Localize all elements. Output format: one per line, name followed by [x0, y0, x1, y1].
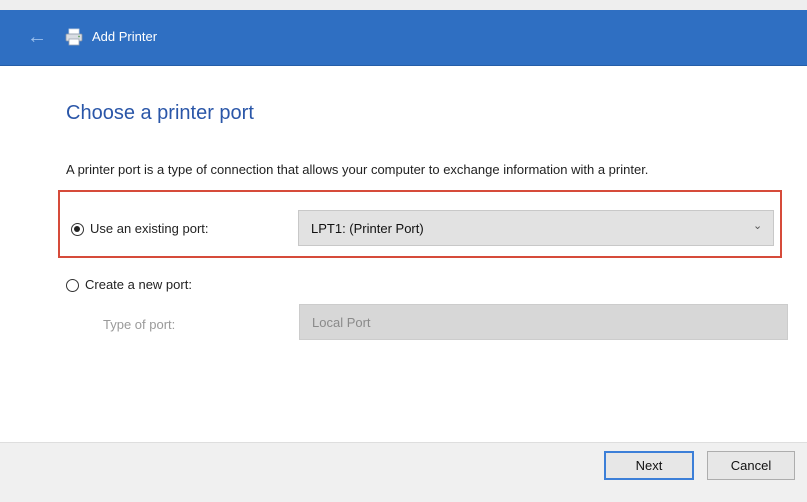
back-arrow-icon[interactable]: ← — [26, 26, 48, 48]
printer-icon — [64, 27, 84, 47]
existing-port-select[interactable]: LPT1: (Printer Port) ⌄ — [298, 210, 774, 246]
new-port-radio[interactable] — [66, 279, 79, 292]
existing-port-label[interactable]: Use an existing port: — [90, 221, 209, 236]
port-type-label: Type of port: — [103, 317, 176, 332]
window-title: Add Printer — [92, 29, 158, 44]
existing-port-value: LPT1: (Printer Port) — [311, 221, 424, 236]
title-bar: ← Add Printer — [0, 10, 807, 66]
port-type-value: Local Port — [312, 315, 371, 330]
window: ← Add Printer Choose a printer port A pr… — [0, 0, 807, 502]
existing-port-radio[interactable] — [71, 223, 84, 236]
chevron-down-icon: ⌄ — [753, 220, 763, 232]
content-area: Choose a printer port A printer port is … — [0, 66, 807, 442]
port-type-select: Local Port — [299, 304, 788, 340]
next-button[interactable]: Next — [604, 451, 694, 480]
page-title: Choose a printer port — [66, 102, 254, 124]
page-description: A printer port is a type of connection t… — [66, 162, 649, 177]
cancel-button[interactable]: Cancel — [707, 451, 795, 480]
button-bar: Next Cancel — [0, 442, 807, 502]
new-port-label[interactable]: Create a new port: — [85, 277, 192, 292]
